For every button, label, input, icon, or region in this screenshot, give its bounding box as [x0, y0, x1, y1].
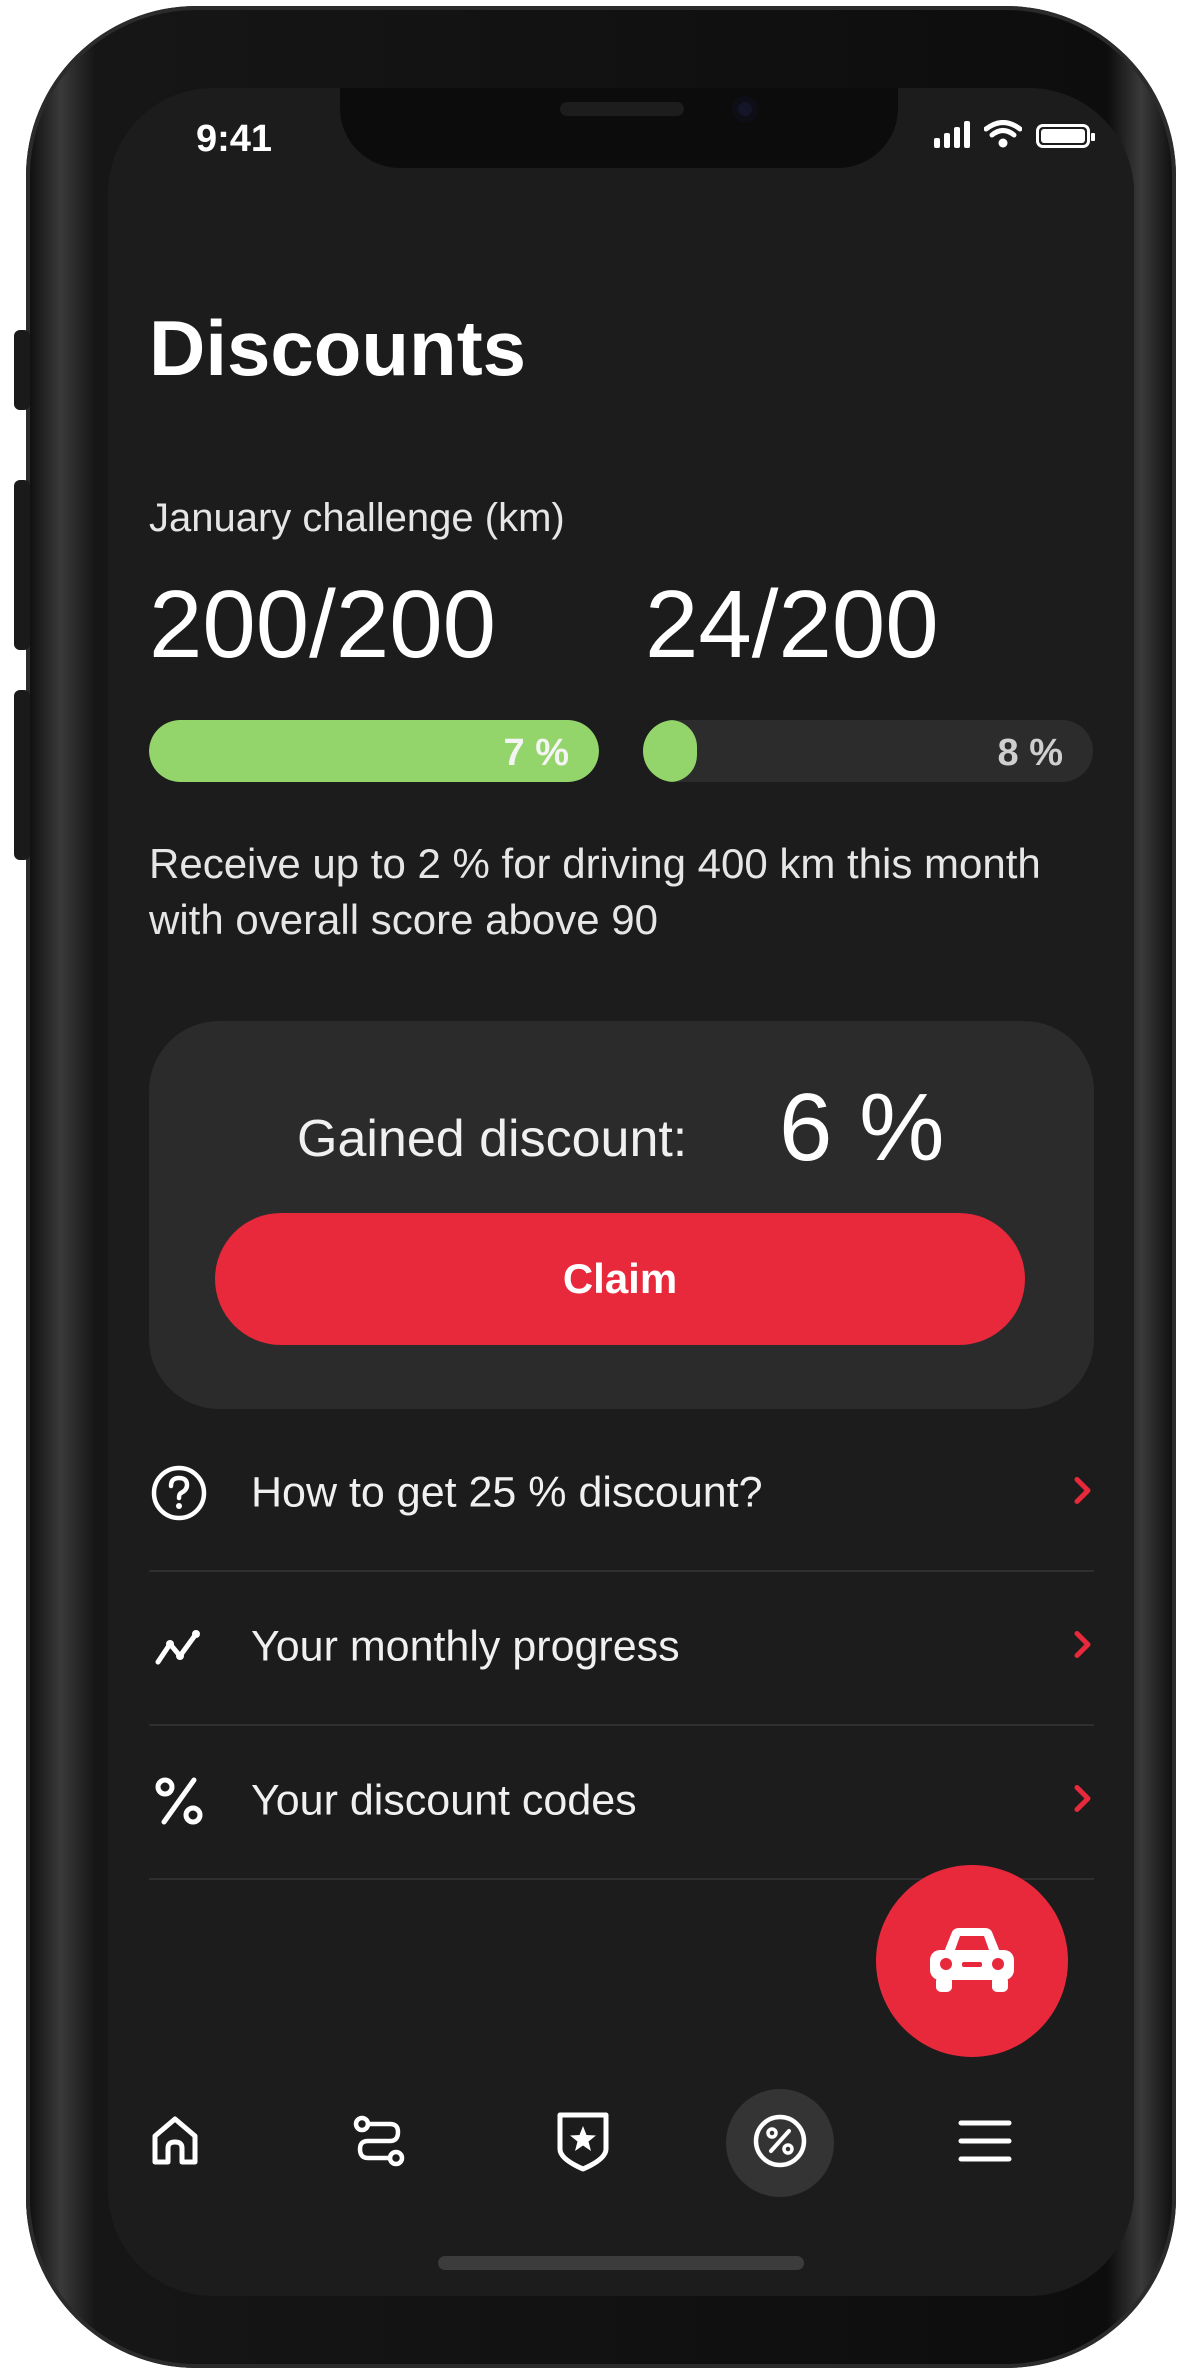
tab-trips[interactable]: [324, 2078, 434, 2208]
discount-card: Gained discount: 6 % Claim: [149, 1021, 1094, 1409]
drive-fab-button[interactable]: [876, 1865, 1068, 2057]
tab-bar: [108, 2078, 1134, 2208]
tab-menu[interactable]: [930, 2078, 1040, 2208]
tab-badges[interactable]: [528, 2078, 638, 2208]
gained-discount-value: 6 %: [779, 1074, 945, 1181]
tab-discounts[interactable]: [725, 2078, 835, 2208]
route-icon: [350, 2112, 408, 2175]
menu-item-label: Your monthly progress: [251, 1622, 680, 1671]
speaker: [560, 102, 684, 116]
notch: [340, 88, 898, 168]
menu-item-label: How to get 25 % discount?: [251, 1468, 763, 1517]
cellular-signal-icon: [934, 120, 970, 148]
progress-bar-2: 8 %: [643, 720, 1093, 782]
claim-button[interactable]: Claim: [215, 1213, 1025, 1345]
challenge-value-1: 200/200: [149, 571, 497, 678]
wifi-icon: [984, 120, 1022, 148]
menu-icon: [957, 2118, 1013, 2169]
front-camera: [732, 96, 758, 122]
chevron-right-icon: [1072, 1475, 1094, 1512]
discount-icon: [751, 2112, 809, 2175]
challenge-value-2: 24/200: [645, 571, 939, 678]
chevron-right-icon: [1072, 1629, 1094, 1666]
gained-discount-label: Gained discount:: [297, 1110, 688, 1168]
help-circle-icon: [149, 1463, 209, 1523]
menu-item-how-to-get-discount[interactable]: How to get 25 % discount?: [149, 1416, 1094, 1572]
menu-item-label: Your discount codes: [251, 1776, 637, 1825]
mute-switch: [14, 330, 30, 410]
progress-bar-2-fill: [643, 720, 697, 782]
progress-bar-1: 7 %: [149, 720, 599, 782]
volume-down-button: [14, 690, 30, 860]
progress-bar-1-percent: 7 %: [503, 732, 569, 774]
volume-up-button: [14, 480, 30, 650]
percent-icon: [149, 1771, 209, 1831]
trend-line-icon: [149, 1617, 209, 1677]
car-icon: [924, 1924, 1020, 1999]
status-icons: [934, 120, 1095, 148]
page-title: Discounts: [149, 304, 527, 392]
menu-item-discount-codes[interactable]: Your discount codes: [149, 1724, 1094, 1880]
tab-active-indicator: [726, 2089, 834, 2197]
home-indicator[interactable]: [438, 2256, 804, 2270]
progress-bar-2-percent: 8 %: [997, 732, 1063, 774]
battery-icon: [1036, 124, 1095, 148]
tab-home[interactable]: [120, 2078, 230, 2208]
home-icon: [146, 2112, 204, 2175]
badge-star-icon: [554, 2109, 612, 2178]
app-screen: 9:41 Discounts January challenge (km) 20…: [108, 88, 1134, 2296]
challenge-description: Receive up to 2 % for driving 400 km thi…: [149, 840, 1041, 943]
menu-item-monthly-progress[interactable]: Your monthly progress: [149, 1570, 1094, 1726]
chevron-right-icon: [1072, 1783, 1094, 1820]
challenge-label: January challenge (km): [149, 496, 565, 540]
status-time: 9:41: [196, 118, 273, 160]
